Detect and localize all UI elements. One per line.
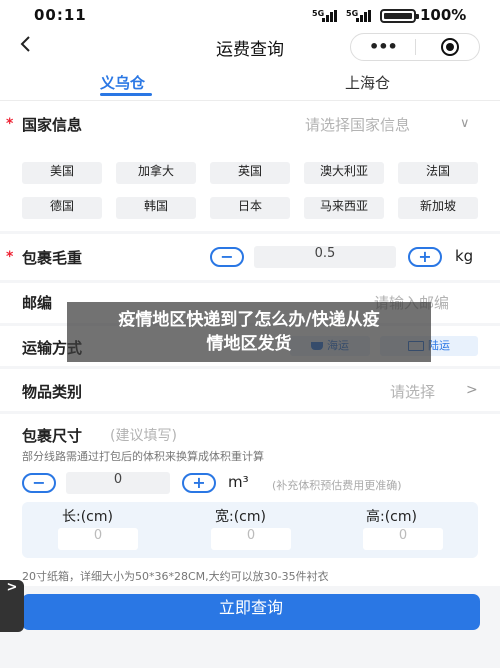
dim-height-label: 高:(cm): [366, 509, 417, 525]
target-icon[interactable]: [441, 38, 459, 56]
postcode-label: 邮编: [22, 294, 53, 312]
dim-height-input[interactable]: 0: [363, 528, 443, 550]
caption-line-2: 情地区发货: [206, 334, 292, 354]
country-chip[interactable]: 法国: [398, 162, 478, 184]
country-chip[interactable]: 德国: [22, 197, 102, 219]
country-chip[interactable]: 新加坡: [398, 197, 478, 219]
country-chip[interactable]: 马来西亚: [304, 197, 384, 219]
category-label: 物品类别: [22, 383, 83, 401]
dim-length-input[interactable]: 0: [58, 528, 138, 550]
size-sub-label: (建议填写): [110, 428, 177, 444]
size-note: 部分线路需通过打包后的体积来换算成体积重计算: [22, 450, 264, 463]
dim-width-input[interactable]: 0: [211, 528, 291, 550]
status-time: 00:11: [34, 6, 87, 24]
side-expand-tab[interactable]: >: [0, 580, 24, 632]
warehouse-tabs: [0, 66, 500, 101]
weight-label: 包裹毛重: [22, 249, 83, 267]
country-chip[interactable]: 韩国: [116, 197, 196, 219]
size-label: 包裹尺寸: [22, 427, 83, 445]
volume-plus-button[interactable]: +: [182, 473, 216, 493]
back-button[interactable]: [18, 34, 32, 59]
country-chip[interactable]: 英国: [210, 162, 290, 184]
weight-minus-button[interactable]: −: [210, 247, 244, 267]
category-select[interactable]: 请选择: [390, 381, 435, 402]
country-label: 国家信息: [22, 116, 83, 134]
tab-shanghai[interactable]: 上海仓: [345, 72, 390, 93]
volume-minus-button[interactable]: −: [22, 473, 56, 493]
dim-length-label: 长:(cm): [62, 509, 113, 525]
dim-width-label: 宽:(cm): [215, 509, 266, 525]
shipping-option-label: 陆运: [428, 339, 450, 352]
country-select[interactable]: 请选择国家信息: [305, 114, 410, 135]
caption-line-1: 疫情地区快递到了怎么办/快递从疫: [118, 310, 380, 330]
query-button[interactable]: 立即查询: [22, 594, 480, 630]
chevron-left-icon: [20, 36, 30, 52]
country-chip[interactable]: 澳大利亚: [304, 162, 384, 184]
volume-unit: m³: [228, 473, 249, 491]
active-tab-indicator: [100, 93, 152, 96]
battery-icon: [380, 9, 419, 23]
capsule-divider: [415, 39, 416, 55]
size-footnote: 20寸纸箱，详细大小为50*36*28CM,大约可以放30-35件衬衣: [22, 570, 329, 583]
signal-bars-1-icon: [322, 10, 340, 22]
mini-program-capsule: •••: [350, 33, 480, 61]
country-chip[interactable]: 日本: [210, 197, 290, 219]
signal-bars-2-icon: [356, 10, 374, 22]
tab-yiwu[interactable]: 义乌仓: [100, 72, 145, 93]
country-chip[interactable]: 加拿大: [116, 162, 196, 184]
required-mark: *: [6, 249, 14, 265]
required-mark: *: [6, 116, 14, 132]
weight-input[interactable]: 0.5: [254, 246, 396, 268]
more-dots-icon[interactable]: •••: [369, 37, 398, 56]
caption-text: 疫情地区快递到了怎么办/快递从疫 情地区发货: [67, 308, 431, 356]
volume-unit-note: (补充体积预估费用更准确): [272, 479, 402, 492]
weight-unit: kg: [455, 247, 474, 265]
chevron-down-icon[interactable]: ∨: [460, 116, 470, 131]
battery-percent: 100%: [420, 6, 467, 24]
country-chip[interactable]: 美国: [22, 162, 102, 184]
chevron-right-icon[interactable]: >: [466, 382, 478, 398]
volume-input[interactable]: 0: [66, 472, 170, 494]
weight-plus-button[interactable]: +: [408, 247, 442, 267]
